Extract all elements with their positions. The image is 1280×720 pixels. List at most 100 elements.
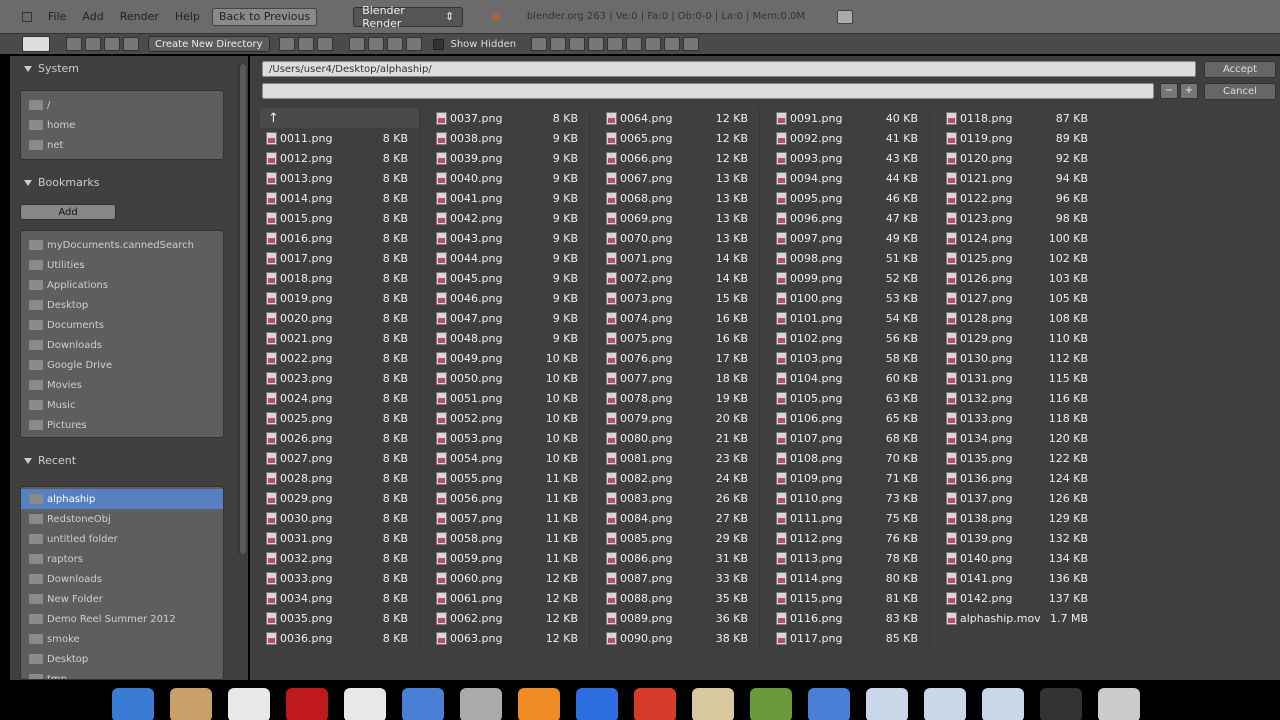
recent-section-header[interactable]: Recent	[24, 454, 76, 467]
file-row[interactable]: 0141.png 136 KB	[940, 568, 1100, 588]
recent-item[interactable]: New Folder	[21, 589, 223, 609]
file-row[interactable]: 0124.png 100 KB	[940, 228, 1100, 248]
back-to-previous-button[interactable]: Back to Previous	[211, 7, 318, 26]
recent-item[interactable]: raptors	[21, 549, 223, 569]
network-icon[interactable]	[808, 688, 850, 720]
file-row[interactable]: 0033.png 8 KB	[260, 568, 419, 588]
file-row[interactable]: 0111.png 75 KB	[770, 508, 929, 528]
cancel-button[interactable]: Cancel	[1204, 83, 1276, 100]
safari-icon[interactable]	[344, 688, 386, 720]
file-row[interactable]: 0134.png 120 KB	[940, 428, 1100, 448]
back-icon[interactable]	[66, 37, 82, 51]
file-row[interactable]: 0108.png 70 KB	[770, 448, 929, 468]
photobooth-icon[interactable]	[286, 688, 328, 720]
file-row[interactable]: 0091.png 40 KB	[770, 108, 929, 128]
file-row[interactable]: 0062.png 12 KB	[430, 608, 589, 628]
file-row[interactable]: 0044.png 9 KB	[430, 248, 589, 268]
file-row[interactable]: 0026.png 8 KB	[260, 428, 419, 448]
file-row[interactable]: 0135.png 122 KB	[940, 448, 1100, 468]
file-row[interactable]: 0127.png 105 KB	[940, 288, 1100, 308]
file-row[interactable]: 0056.png 11 KB	[430, 488, 589, 508]
recent-item[interactable]: Downloads	[21, 569, 223, 589]
parent-dir-icon[interactable]	[104, 37, 120, 51]
file-row[interactable]: 0109.png 71 KB	[770, 468, 929, 488]
file-row[interactable]: 0012.png 8 KB	[260, 148, 419, 168]
file-row[interactable]: 0022.png 8 KB	[260, 348, 419, 368]
file-row[interactable]: 0030.png 8 KB	[260, 508, 419, 528]
file-row[interactable]: 0028.png 8 KB	[260, 468, 419, 488]
menu-help[interactable]: Help	[171, 10, 204, 23]
file-row[interactable]: 0078.png 19 KB	[600, 388, 759, 408]
filter-folder-icon[interactable]	[550, 37, 567, 51]
file-row[interactable]: 0027.png 8 KB	[260, 448, 419, 468]
file-row[interactable]: 0032.png 8 KB	[260, 548, 419, 568]
file-row[interactable]: 0040.png 9 KB	[430, 168, 589, 188]
photo-icon[interactable]	[750, 688, 792, 720]
file-row[interactable]: 0066.png 12 KB	[600, 148, 759, 168]
file-row[interactable]: 0083.png 26 KB	[600, 488, 759, 508]
bookmark-item[interactable]: Downloads	[21, 335, 223, 355]
file-row[interactable]: 0112.png 76 KB	[770, 528, 929, 548]
file-row[interactable]: 0018.png 8 KB	[260, 268, 419, 288]
editor-type-icon[interactable]	[22, 36, 50, 52]
file-row[interactable]: 0084.png 27 KB	[600, 508, 759, 528]
file-row[interactable]: 0024.png 8 KB	[260, 388, 419, 408]
chrome-icon[interactable]	[634, 688, 676, 720]
view-short-list-icon[interactable]	[278, 37, 295, 51]
blender-icon[interactable]	[518, 688, 560, 720]
bookmark-item[interactable]: Applications	[21, 275, 223, 295]
file-row[interactable]: 0090.png 38 KB	[600, 628, 759, 648]
show-hidden-checkbox[interactable]	[432, 38, 444, 50]
file-row[interactable]: 0122.png 96 KB	[940, 188, 1100, 208]
file-row[interactable]: 0060.png 12 KB	[430, 568, 589, 588]
bookmark-item[interactable]: Movies	[21, 375, 223, 395]
file-row[interactable]: 0068.png 13 KB	[600, 188, 759, 208]
trash-icon[interactable]	[1098, 688, 1140, 720]
editor-type-icon[interactable]	[22, 11, 32, 22]
file-row[interactable]: 0076.png 17 KB	[600, 348, 759, 368]
folder-icon[interactable]	[924, 688, 966, 720]
system-item[interactable]: home	[21, 115, 223, 135]
bookmark-item[interactable]: Pictures	[21, 415, 223, 435]
file-row[interactable]: 0035.png 8 KB	[260, 608, 419, 628]
file-row[interactable]: 0065.png 12 KB	[600, 128, 759, 148]
file-row[interactable]: 0123.png 98 KB	[940, 208, 1100, 228]
file-row[interactable]: alphaship.mov 1.7 MB	[940, 608, 1100, 628]
file-row[interactable]: 0016.png 8 KB	[260, 228, 419, 248]
file-row[interactable]: 0057.png 11 KB	[430, 508, 589, 528]
sort-alpha-icon[interactable]	[348, 37, 365, 51]
menu-render[interactable]: Render	[116, 10, 163, 23]
file-row[interactable]: 0106.png 65 KB	[770, 408, 929, 428]
render-engine-select[interactable]: Blender Render ⇕	[353, 4, 464, 30]
mail-icon[interactable]	[402, 688, 444, 720]
recent-item[interactable]: smoke	[21, 629, 223, 649]
file-row[interactable]: 0101.png 54 KB	[770, 308, 929, 328]
view-detailed-list-icon[interactable]	[297, 37, 314, 51]
file-row[interactable]: 0116.png 83 KB	[770, 608, 929, 628]
file-row[interactable]: 0067.png 13 KB	[600, 168, 759, 188]
recent-item[interactable]: tmp	[21, 669, 223, 679]
file-row[interactable]: 0036.png 8 KB	[260, 628, 419, 648]
file-row[interactable]: 0054.png 10 KB	[430, 448, 589, 468]
file-row[interactable]: 0041.png 9 KB	[430, 188, 589, 208]
file-row[interactable]: 0087.png 33 KB	[600, 568, 759, 588]
filter-sound-icon[interactable]	[664, 37, 681, 51]
recent-item[interactable]: Desktop	[21, 649, 223, 669]
file-row[interactable]: 0089.png 36 KB	[600, 608, 759, 628]
bookmark-item[interactable]: Utilities	[21, 255, 223, 275]
file-row[interactable]: 0117.png 85 KB	[770, 628, 929, 648]
file-row[interactable]: 0073.png 15 KB	[600, 288, 759, 308]
file-row[interactable]: 0077.png 18 KB	[600, 368, 759, 388]
recent-item[interactable]: Demo Reel Summer 2012	[21, 609, 223, 629]
file-row[interactable]: 0014.png 8 KB	[260, 188, 419, 208]
file-row[interactable]: 0047.png 9 KB	[430, 308, 589, 328]
file-row[interactable]: 0042.png 9 KB	[430, 208, 589, 228]
itunes-icon[interactable]	[576, 688, 618, 720]
view-thumbnails-icon[interactable]	[316, 37, 333, 51]
file-row[interactable]: 0128.png 108 KB	[940, 308, 1100, 328]
file-row[interactable]: 0075.png 16 KB	[600, 328, 759, 348]
file-row[interactable]: 0129.png 110 KB	[940, 328, 1100, 348]
sort-time-icon[interactable]	[386, 37, 403, 51]
gimp-icon[interactable]	[692, 688, 734, 720]
add-bookmark-button[interactable]: Add	[20, 204, 116, 220]
